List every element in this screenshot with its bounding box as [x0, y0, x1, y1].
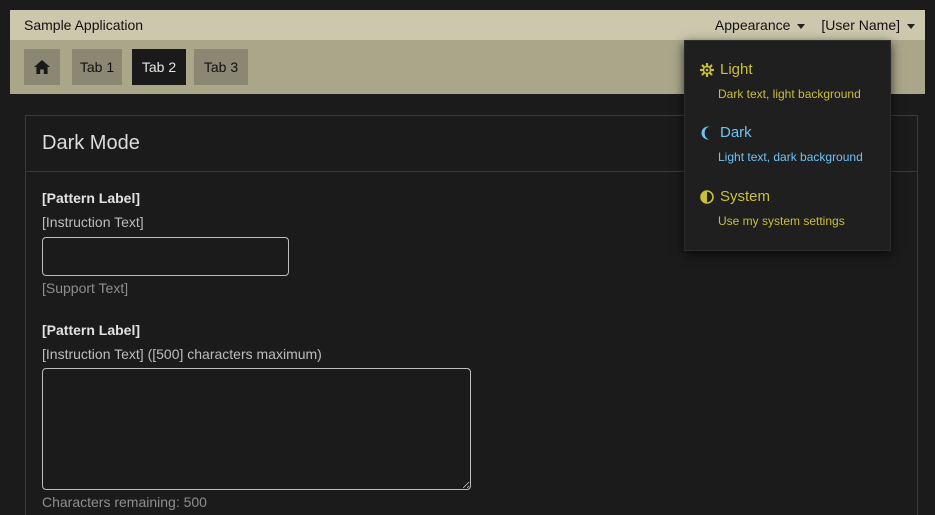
option-label: Dark — [720, 124, 752, 141]
home-icon — [34, 60, 50, 74]
field1-support-text: [Support Text] — [42, 280, 129, 296]
appearance-dropdown: Light Dark text, light background Dark L… — [684, 40, 891, 251]
appearance-option-system[interactable]: System Use my system settings — [700, 188, 845, 228]
field1-label: [Pattern Label] — [42, 190, 141, 206]
field2-instruction: [Instruction Text] ([500] characters max… — [42, 346, 322, 362]
half-circle-icon — [700, 189, 714, 204]
characters-remaining: Characters remaining: 500 — [42, 494, 207, 510]
option-label: Light — [720, 61, 753, 78]
caret-down-icon — [797, 23, 806, 29]
header-menus: Appearance [User Name] — [715, 17, 915, 33]
gear-icon — [700, 62, 714, 77]
text-input[interactable] — [42, 237, 289, 276]
appearance-label: Appearance — [714, 17, 791, 33]
caret-down-icon — [907, 23, 915, 29]
option-description: Dark text, light background — [718, 87, 861, 101]
option-description: Light text, dark background — [718, 150, 863, 164]
user-name-label: [User Name] — [821, 17, 900, 33]
tab-3[interactable]: Tab 3 — [194, 49, 248, 85]
tab-2[interactable]: Tab 2 — [132, 49, 186, 85]
option-description: Use my system settings — [718, 214, 845, 228]
tab-home[interactable] — [24, 49, 60, 85]
textarea-input[interactable] — [42, 368, 471, 490]
appearance-menu-button[interactable]: Appearance — [715, 17, 806, 33]
appearance-option-light[interactable]: Light Dark text, light background — [700, 61, 861, 101]
tab-1[interactable]: Tab 1 — [72, 49, 122, 85]
top-bar: Sample Application Appearance [User Name… — [10, 10, 925, 40]
user-menu-button[interactable]: [User Name] — [821, 17, 915, 33]
moon-icon — [701, 126, 710, 139]
app-title: Sample Application — [24, 17, 144, 33]
appearance-option-dark[interactable]: Dark Light text, dark background — [700, 124, 863, 164]
option-label: System — [720, 188, 771, 205]
field1-instruction: [Instruction Text] — [42, 214, 144, 230]
field2-label: [Pattern Label] — [42, 322, 141, 338]
